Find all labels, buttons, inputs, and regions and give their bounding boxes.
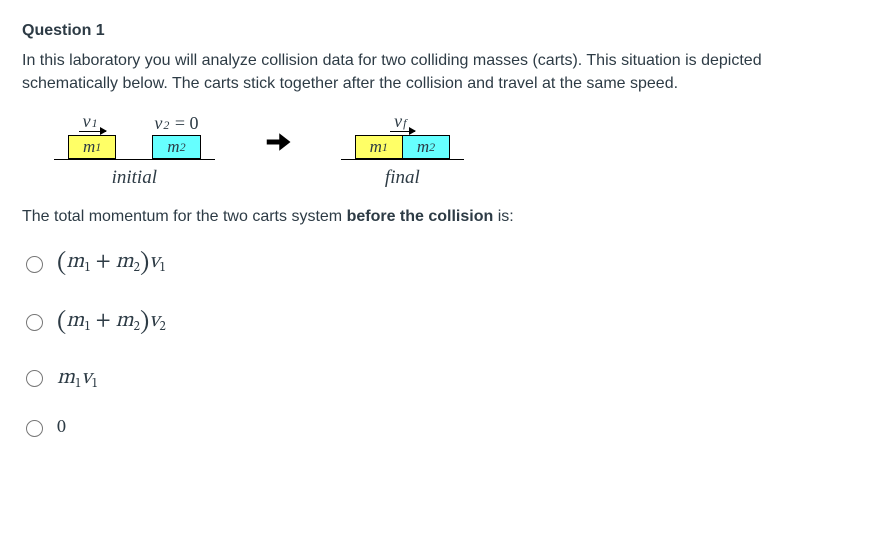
v1-label: v1 [79,109,106,132]
option-a[interactable]: (m1 + m2)v1 [26,246,853,282]
option-c-math: m1v1 [57,363,98,394]
question-text: In this laboratory you will analyze coll… [22,50,812,95]
cart-m2-final: m2 [402,135,450,159]
final-panel: vf m1 m2 final [341,109,465,192]
option-d[interactable]: 0 [26,416,853,441]
option-c[interactable]: m1v1 [26,363,853,394]
question-title: Question 1 [22,20,853,42]
answer-options: (m1 + m2)v1 (m1 + m2)v2 m1v1 0 [26,246,853,441]
final-caption: final [385,165,420,192]
option-a-math: (m1 + m2)v1 [57,246,166,282]
initial-caption: initial [112,165,157,192]
option-b[interactable]: (m1 + m2)v2 [26,305,853,341]
radio-icon [26,370,43,387]
transition-arrow-icon [263,127,293,157]
vf-label: vf [390,109,414,132]
option-d-math: 0 [57,416,66,441]
question-ask: The total momentum for the two carts sys… [22,206,853,228]
radio-icon [26,420,43,437]
cart-m2-initial: m2 [152,135,200,159]
initial-panel: v1 m1 v2 = 0 m2 initial [54,109,215,192]
radio-icon [26,256,43,273]
v2-label: v2 = 0 [154,111,198,133]
cart-m1-final: m1 [355,135,402,159]
option-b-math: (m1 + m2)v2 [57,305,166,341]
radio-icon [26,314,43,331]
collision-diagram: v1 m1 v2 = 0 m2 initial vf m1 m2 final [54,109,853,192]
cart-m1-initial: m1 [68,135,116,159]
